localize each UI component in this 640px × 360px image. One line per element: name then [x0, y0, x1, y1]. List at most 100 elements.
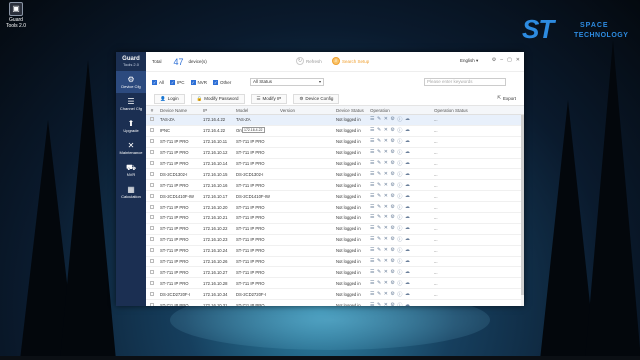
info-icon[interactable]: ⓘ	[397, 171, 402, 178]
cloud-icon[interactable]: ☁	[405, 149, 410, 156]
gear-icon[interactable]: ⚙	[390, 258, 394, 265]
keyword-search-input[interactable]: Please enter keywords	[424, 78, 506, 86]
row-checkbox[interactable]	[146, 150, 158, 155]
table-row[interactable]: ST-711 IP PRO 172.16.10.31 ST-711 IP PRO No…	[146, 300, 524, 306]
cloud-icon[interactable]: ☁	[405, 138, 410, 145]
cloud-icon[interactable]: ☁	[405, 236, 410, 243]
modify-password-button[interactable]: 🔒 Modify Password	[190, 93, 245, 104]
settings-icon[interactable]: ☰	[370, 280, 374, 287]
table-row[interactable]: ST-711 IP PRO 172.16.10.14 ST-711 IP PRO No…	[146, 159, 524, 170]
edit-icon[interactable]: ✎	[377, 149, 381, 156]
table-row[interactable]: TAS-ZA 172.16.4.22 TAS-ZA Not logged in ☰ ✎ ✕ ⚙…	[146, 115, 524, 126]
sidebar-item-device-cfg[interactable]: ⚙ Device Cfg	[116, 71, 146, 93]
filter-other-checkbox[interactable]: ✓ Other	[213, 79, 231, 85]
sidebar-item-maintenance[interactable]: ✕ Maintenance	[116, 137, 146, 159]
edit-icon[interactable]: ✎	[377, 302, 381, 306]
cloud-icon[interactable]: ☁	[405, 214, 410, 221]
row-checkbox[interactable]	[146, 302, 158, 306]
edit-icon[interactable]: ✎	[377, 225, 381, 232]
settings-icon[interactable]: ☰	[370, 116, 374, 123]
settings-icon[interactable]: ☰	[370, 258, 374, 265]
wrench-icon[interactable]: ✕	[384, 269, 388, 276]
row-checkbox[interactable]	[146, 259, 158, 264]
scrollbar[interactable]	[521, 115, 524, 306]
gear-icon[interactable]: ⚙	[390, 193, 394, 200]
gear-icon[interactable]: ⚙	[390, 127, 394, 134]
info-icon[interactable]: ⓘ	[397, 280, 402, 287]
table-row[interactable]: ST-711 IP PRO 172.16.10.22 ST-711 IP PRO No…	[146, 224, 524, 235]
wrench-icon[interactable]: ✕	[384, 138, 388, 145]
table-row[interactable]: ST-711 IP PRO 172.16.10.24 ST-711 IP PRO No…	[146, 246, 524, 257]
gear-icon[interactable]: ⚙	[390, 171, 394, 178]
table-row[interactable]: DS-2CD1302-I 172.16.10.15 DS-2CD1302-I Not …	[146, 169, 524, 181]
edit-icon[interactable]: ✎	[377, 127, 381, 134]
column-header[interactable]: Device Status	[334, 108, 368, 113]
cloud-icon[interactable]: ☁	[405, 127, 410, 134]
wrench-icon[interactable]: ✕	[384, 280, 388, 287]
table-row[interactable]: ST-711 IP PRO 172.16.10.23 ST-711 IP PRO No…	[146, 235, 524, 246]
row-checkbox[interactable]	[146, 182, 158, 188]
wrench-icon[interactable]: ✕	[384, 116, 388, 123]
close-icon[interactable]: ✕	[516, 57, 520, 63]
cloud-icon[interactable]: ☁	[405, 225, 410, 232]
settings-icon[interactable]: ☰	[370, 204, 374, 211]
column-header[interactable]: Device Name	[158, 108, 201, 113]
table-row[interactable]: ST-711 IP PRO 172.16.10.16 ST-711 IP PRO No…	[146, 180, 524, 192]
edit-icon[interactable]: ✎	[377, 193, 381, 200]
settings-icon[interactable]: ☰	[370, 182, 374, 189]
search-setup-button[interactable]: ⌕ Search Setup	[332, 57, 369, 65]
info-icon[interactable]: ⓘ	[397, 160, 402, 167]
wrench-icon[interactable]: ✕	[384, 247, 388, 254]
wrench-icon[interactable]: ✕	[384, 291, 388, 298]
row-checkbox[interactable]	[146, 139, 158, 144]
sidebar-item-channel-cfg[interactable]: ☰ Channel Cfg	[116, 93, 146, 115]
edit-icon[interactable]: ✎	[377, 269, 381, 276]
settings-icon[interactable]: ☰	[370, 236, 374, 243]
settings-icon[interactable]: ☰	[370, 193, 374, 200]
edit-icon[interactable]: ✎	[377, 171, 381, 178]
wrench-icon[interactable]: ✕	[384, 214, 388, 221]
settings-icon[interactable]: ☰	[370, 302, 374, 306]
row-checkbox[interactable]	[146, 215, 158, 220]
cloud-icon[interactable]: ☁	[405, 291, 410, 298]
cloud-icon[interactable]: ☁	[405, 280, 410, 287]
cloud-icon[interactable]: ☁	[405, 269, 410, 276]
cloud-icon[interactable]: ☁	[405, 182, 410, 189]
table-row[interactable]: DS-2CD1410F-IW 172.16.10.17 DS-2CD1410F-IW…	[146, 191, 524, 203]
info-icon[interactable]: ⓘ	[397, 258, 402, 265]
info-icon[interactable]: ⓘ	[397, 291, 402, 298]
settings-icon[interactable]: ⚙	[492, 57, 496, 63]
row-checkbox[interactable]	[146, 269, 158, 275]
row-checkbox[interactable]	[146, 171, 158, 177]
info-icon[interactable]: ⓘ	[397, 214, 402, 221]
edit-icon[interactable]: ✎	[377, 214, 381, 221]
refresh-button[interactable]: ↻ Refresh	[296, 57, 322, 65]
filter-ipc-checkbox[interactable]: ✓ IPC	[170, 79, 185, 85]
edit-icon[interactable]: ✎	[377, 138, 381, 145]
info-icon[interactable]: ⓘ	[397, 236, 402, 243]
gear-icon[interactable]: ⚙	[390, 214, 394, 221]
login-button[interactable]: 👤 Login	[154, 93, 185, 104]
info-icon[interactable]: ⓘ	[397, 149, 402, 156]
column-header[interactable]: Model	[234, 108, 278, 113]
modify-ip-button[interactable]: ☰ Modify IP	[250, 93, 288, 104]
info-icon[interactable]: ⓘ	[397, 182, 402, 189]
edit-icon[interactable]: ✎	[377, 160, 381, 167]
gear-icon[interactable]: ⚙	[390, 247, 394, 254]
edit-icon[interactable]: ✎	[377, 182, 381, 189]
edit-icon[interactable]: ✎	[377, 116, 381, 123]
minimize-icon[interactable]: –	[500, 57, 503, 63]
cloud-icon[interactable]: ☁	[405, 258, 410, 265]
settings-icon[interactable]: ☰	[370, 214, 374, 221]
wrench-icon[interactable]: ✕	[384, 160, 388, 167]
gear-icon[interactable]: ⚙	[390, 116, 394, 123]
gear-icon[interactable]: ⚙	[390, 291, 394, 298]
wrench-icon[interactable]: ✕	[384, 258, 388, 265]
settings-icon[interactable]: ☰	[370, 269, 374, 276]
info-icon[interactable]: ⓘ	[397, 193, 402, 200]
wrench-icon[interactable]: ✕	[384, 149, 388, 156]
info-icon[interactable]: ⓘ	[397, 116, 402, 123]
gear-icon[interactable]: ⚙	[390, 204, 394, 211]
row-checkbox[interactable]	[146, 280, 158, 286]
wrench-icon[interactable]: ✕	[384, 225, 388, 232]
